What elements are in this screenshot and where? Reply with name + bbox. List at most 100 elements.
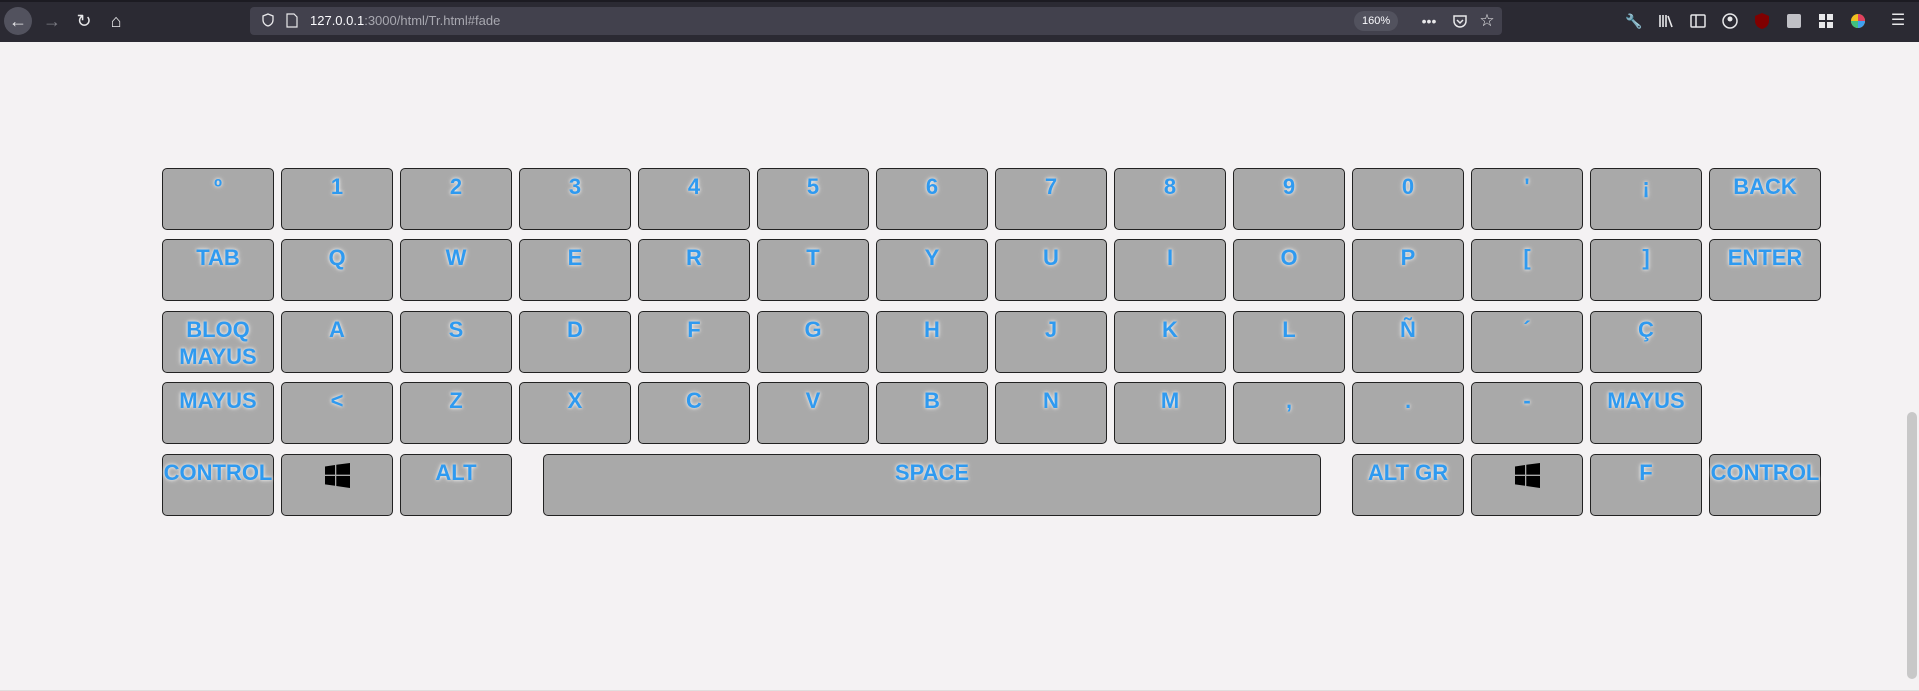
key-label: Z <box>449 388 463 413</box>
key-p[interactable]: P <box>1352 239 1464 301</box>
key-z[interactable]: Z <box>400 382 512 444</box>
key-a[interactable]: A <box>281 311 393 373</box>
key-label: I <box>1166 245 1174 270</box>
key-mayus-left[interactable]: MAYUS <box>162 382 274 444</box>
key-1[interactable]: 1 <box>281 168 393 230</box>
key-f[interactable]: F <box>1590 454 1702 516</box>
scroll-thumb[interactable] <box>1907 412 1917 679</box>
key-comma[interactable]: , <box>1233 382 1345 444</box>
key-9[interactable]: 9 <box>1233 168 1345 230</box>
key-t[interactable]: T <box>757 239 869 301</box>
key-8[interactable]: 8 <box>1114 168 1226 230</box>
key-i[interactable]: I <box>1114 239 1226 301</box>
key-0[interactable]: 0 <box>1352 168 1464 230</box>
key-label: ALT GR <box>1367 460 1449 485</box>
key-label: 3 <box>568 174 582 199</box>
key-label: U <box>1043 245 1059 270</box>
key-label: D <box>567 317 583 342</box>
key-d[interactable]: D <box>519 311 631 373</box>
key-open-bracket[interactable]: [ <box>1471 239 1583 301</box>
key-q[interactable]: Q <box>281 239 393 301</box>
key-ordinal[interactable]: º <box>162 168 274 230</box>
key-label: Ç <box>1638 317 1654 342</box>
key-label: C <box>686 388 702 413</box>
key-4[interactable]: 4 <box>638 168 750 230</box>
key-period[interactable]: . <box>1352 382 1464 444</box>
key-label: J <box>1044 317 1058 342</box>
key-x[interactable]: X <box>519 382 631 444</box>
key-2[interactable]: 2 <box>400 168 512 230</box>
key-7[interactable]: 7 <box>995 168 1107 230</box>
key-label: < <box>330 388 344 413</box>
key-label: . <box>1404 388 1412 413</box>
key-space[interactable]: SPACE <box>543 454 1321 516</box>
key-control-left[interactable]: CONTROL <box>162 454 274 516</box>
key-inverted-exclamation[interactable]: ¡ <box>1590 168 1702 230</box>
key-label: 5 <box>806 174 820 199</box>
key-label: A <box>329 317 345 342</box>
key-3[interactable]: 3 <box>519 168 631 230</box>
key-label: O <box>1280 245 1298 270</box>
key-c[interactable]: C <box>638 382 750 444</box>
key-enter[interactable]: ENTER <box>1709 239 1821 301</box>
key-less-than[interactable]: < <box>281 382 393 444</box>
key-n-tilde[interactable]: Ñ <box>1352 311 1464 373</box>
key-label: 7 <box>1044 174 1058 199</box>
key-u[interactable]: U <box>995 239 1107 301</box>
key-close-bracket[interactable]: ] <box>1590 239 1702 301</box>
key-e[interactable]: E <box>519 239 631 301</box>
key-label: H <box>924 317 940 342</box>
key-label: ¡ <box>1642 174 1650 199</box>
key-label: , <box>1285 388 1293 413</box>
key-acute[interactable]: ´ <box>1471 311 1583 373</box>
key-l[interactable]: L <box>1233 311 1345 373</box>
key-s[interactable]: S <box>400 311 512 373</box>
key-bloq-mayus[interactable]: BLOQ MAYUS <box>162 311 274 373</box>
key-k[interactable]: K <box>1114 311 1226 373</box>
key-label: G <box>804 317 822 342</box>
key-label: 4 <box>687 174 701 199</box>
windows-icon <box>324 463 350 488</box>
key-control-right[interactable]: CONTROL <box>1709 454 1821 516</box>
key-label: 1 <box>330 174 344 199</box>
key-apostrophe[interactable]: ' <box>1471 168 1583 230</box>
key-windows[interactable] <box>281 454 393 516</box>
key-y[interactable]: Y <box>876 239 988 301</box>
key-o[interactable]: O <box>1233 239 1345 301</box>
key-alt-gr[interactable]: ALT GR <box>1352 454 1464 516</box>
key-alt[interactable]: ALT <box>400 454 512 516</box>
key-r[interactable]: R <box>638 239 750 301</box>
key-v[interactable]: V <box>757 382 869 444</box>
key-mayus-right[interactable]: MAYUS <box>1590 382 1702 444</box>
key-f[interactable]: F <box>638 311 750 373</box>
key-h[interactable]: H <box>876 311 988 373</box>
key-hyphen[interactable]: - <box>1471 382 1583 444</box>
key-n[interactable]: N <box>995 382 1107 444</box>
key-6[interactable]: 6 <box>876 168 988 230</box>
key-label: BACK <box>1733 174 1797 199</box>
key-label: Y <box>924 245 940 270</box>
key-label: ALT <box>435 460 477 485</box>
key-label: W <box>445 245 467 270</box>
key-label: 6 <box>925 174 939 199</box>
key-c-cedilla[interactable]: Ç <box>1590 311 1702 373</box>
key-label: S <box>448 317 464 342</box>
key-label: X <box>567 388 583 413</box>
key-b[interactable]: B <box>876 382 988 444</box>
key-label: F <box>687 317 701 342</box>
key-5[interactable]: 5 <box>757 168 869 230</box>
page-scrollbar[interactable] <box>1905 42 1919 691</box>
key-back[interactable]: BACK <box>1709 168 1821 230</box>
key-windows[interactable] <box>1471 454 1583 516</box>
key-label: ] <box>1642 245 1650 270</box>
key-label: 2 <box>449 174 463 199</box>
key-tab[interactable]: TAB <box>162 239 274 301</box>
key-label: CONTROL <box>1710 460 1820 485</box>
virtual-keyboard: º 1 2 3 4 5 6 7 8 9 0 ' ¡ BACK TAB Q W E R T Y U I O P[] ENTER BLO… <box>0 0 1900 691</box>
key-w[interactable]: W <box>400 239 512 301</box>
key-j[interactable]: J <box>995 311 1107 373</box>
key-m[interactable]: M <box>1114 382 1226 444</box>
key-g[interactable]: G <box>757 311 869 373</box>
key-label: E <box>567 245 583 270</box>
key-label: F <box>1639 460 1653 485</box>
